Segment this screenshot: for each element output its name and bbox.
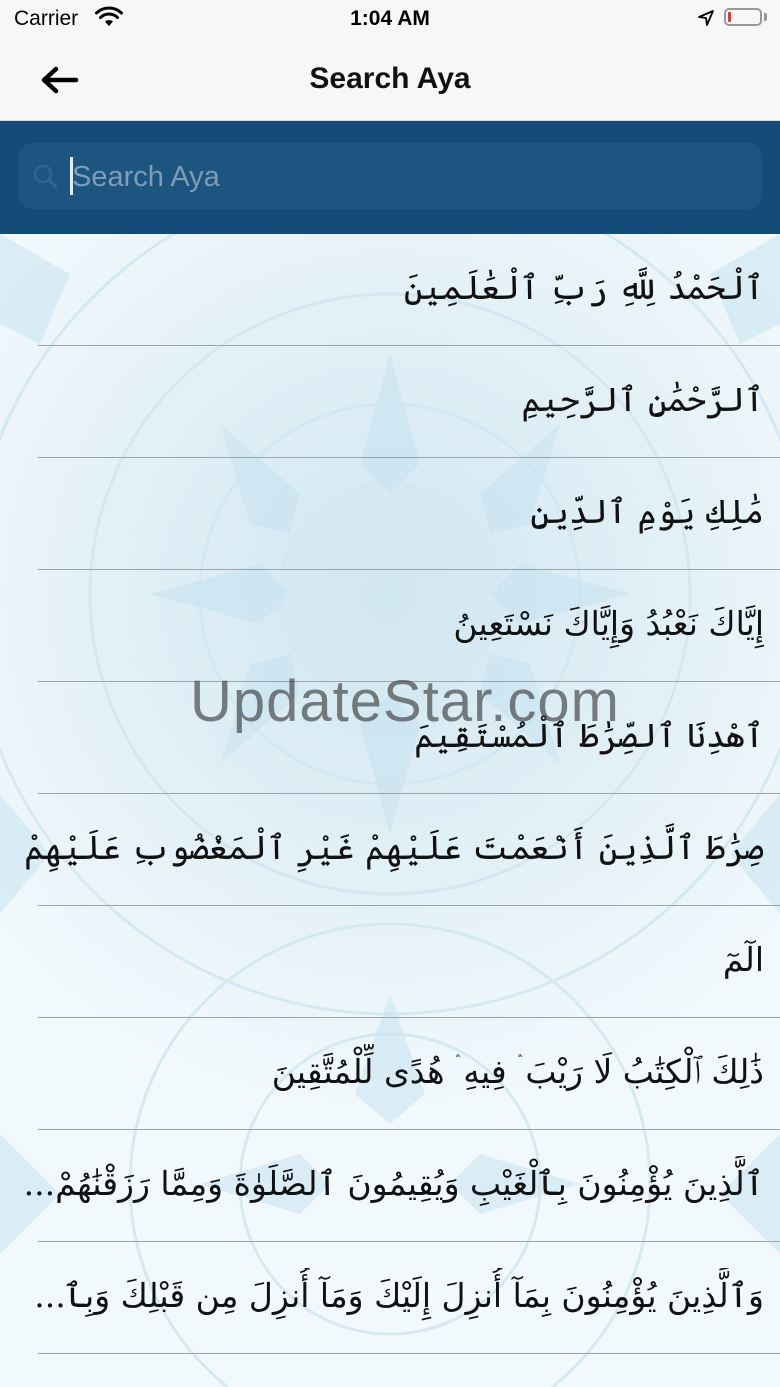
list-item[interactable]: إِيَّاكَ نَعْبُدُ وَإِيَّاكَ نَسْتَعِينُ: [0, 570, 780, 682]
list-item[interactable]: ٱلَّذِينَ يُؤْمِنُونَ بِٱلْغَيْبِ وَيُقِ…: [0, 1130, 780, 1242]
search-icon: [32, 163, 58, 193]
aya-text: الٓمٓ: [722, 940, 764, 979]
row-divider: [38, 1353, 780, 1354]
aya-list[interactable]: ٱلْحَمْدُ لِلَّهِ رَبِّ ٱلْعَٰلَمِينَ ٱل…: [0, 234, 780, 1387]
battery-tip: [764, 13, 767, 21]
aya-text: ٱهْدِنَا ٱلصِّرَٰطَ ٱلْمُسْتَقِيمَ: [414, 716, 764, 755]
clock: 1:04 AM: [350, 7, 430, 30]
list-item[interactable]: ٱلْحَمْدُ لِلَّهِ رَبِّ ٱلْعَٰلَمِينَ: [0, 234, 780, 346]
aya-text: ٱلرَّحْمَٰنِ ٱلرَّحِيمِ: [521, 380, 764, 419]
page-title: Search Aya: [309, 62, 471, 95]
list-item[interactable]: صِرَٰطَ ٱلَّذِينَ أَنْعَمْتَ عَلَيْهِمْ …: [0, 794, 780, 906]
navigation-bar: Search Aya: [0, 40, 780, 121]
list-item[interactable]: وَٱلَّذِينَ يُؤْمِنُونَ بِمَآ أُنزِلَ إِ…: [0, 1242, 780, 1354]
list-item[interactable]: مَٰلِكِ يَوْمِ ٱلدِّينِ: [0, 458, 780, 570]
aya-text: مَٰلِكِ يَوْمِ ٱلدِّينِ: [530, 492, 764, 531]
search-input[interactable]: [70, 151, 754, 203]
aya-text: إِيَّاكَ نَعْبُدُ وَإِيَّاكَ نَسْتَعِينُ: [453, 604, 764, 643]
search-field-container[interactable]: [18, 143, 762, 209]
battery-icon: [724, 8, 762, 26]
aya-text: صِرَٰطَ ٱلَّذِينَ أَنْعَمْتَ عَلَيْهِمْ …: [16, 828, 764, 867]
location-arrow-icon: [697, 9, 715, 31]
aya-text: وَٱلَّذِينَ يُؤْمِنُونَ بِمَآ أُنزِلَ إِ…: [34, 1276, 764, 1315]
list-item[interactable]: ٱهْدِنَا ٱلصِّرَٰطَ ٱلْمُسْتَقِيمَ: [0, 682, 780, 794]
list-item[interactable]: ٱلرَّحْمَٰنِ ٱلرَّحِيمِ: [0, 346, 780, 458]
list-item[interactable]: الٓمٓ: [0, 906, 780, 1018]
list-item[interactable]: ذَٰلِكَ ٱلْكِتَٰبُ لَا رَيْبَ ۛ فِيهِ ۛ …: [0, 1018, 780, 1130]
status-bar: Carrier 1:04 AM: [0, 0, 780, 40]
aya-text: ٱلْحَمْدُ لِلَّهِ رَبِّ ٱلْعَٰلَمِينَ: [403, 268, 764, 307]
aya-text: ذَٰلِكَ ٱلْكِتَٰبُ لَا رَيْبَ ۛ فِيهِ ۛ …: [271, 1052, 764, 1091]
search-bar: [0, 121, 780, 234]
aya-text: ٱلَّذِينَ يُؤْمِنُونَ بِٱلْغَيْبِ وَيُقِ…: [23, 1164, 764, 1203]
